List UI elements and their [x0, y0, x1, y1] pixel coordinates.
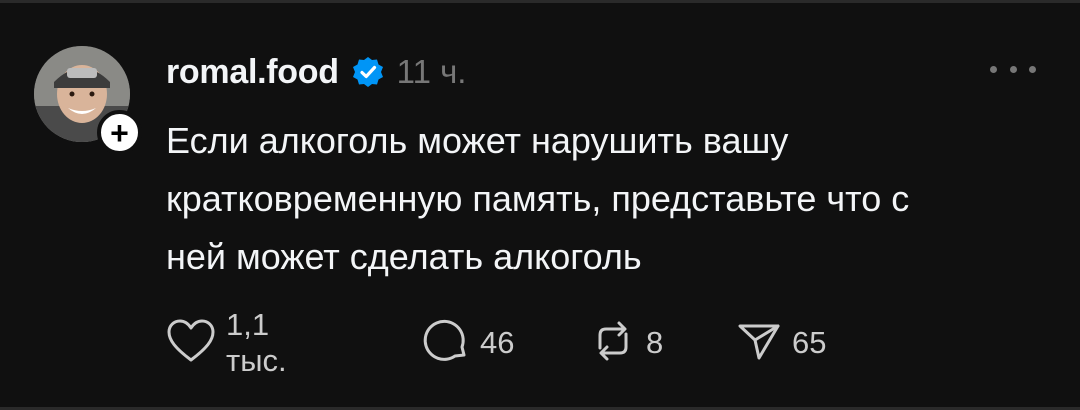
like-button[interactable]: 1,1 тыс.: [166, 307, 287, 378]
repost-count: 8: [646, 325, 664, 360]
post-text: Если алкоголь может нарушить вашу кратко…: [166, 120, 910, 277]
reply-count: 46: [480, 325, 515, 360]
reply-button[interactable]: 46: [422, 318, 514, 368]
share-count: 65: [792, 325, 827, 360]
plus-icon: +: [110, 114, 129, 151]
repost-icon: [590, 318, 636, 369]
heart-icon: [166, 318, 216, 369]
avatar[interactable]: +: [34, 46, 142, 155]
more-dot: [1029, 65, 1036, 73]
share-button[interactable]: 65: [736, 318, 826, 368]
more-dot: [1009, 65, 1017, 73]
post-header: romal.food 11 ч.: [166, 50, 466, 94]
send-icon: [736, 318, 782, 369]
verified-badge-icon: [351, 55, 385, 89]
like-count: 1,1 тыс.: [226, 307, 287, 378]
post-time: 11 ч.: [396, 53, 467, 90]
more-dot: [990, 65, 997, 73]
more-icon[interactable]: [990, 62, 1036, 76]
username-link[interactable]: romal.food: [166, 53, 339, 92]
follow-button[interactable]: +: [97, 110, 142, 155]
comment-icon: [422, 317, 470, 370]
top-divider: [0, 0, 1080, 3]
repost-button[interactable]: 8: [590, 318, 663, 368]
